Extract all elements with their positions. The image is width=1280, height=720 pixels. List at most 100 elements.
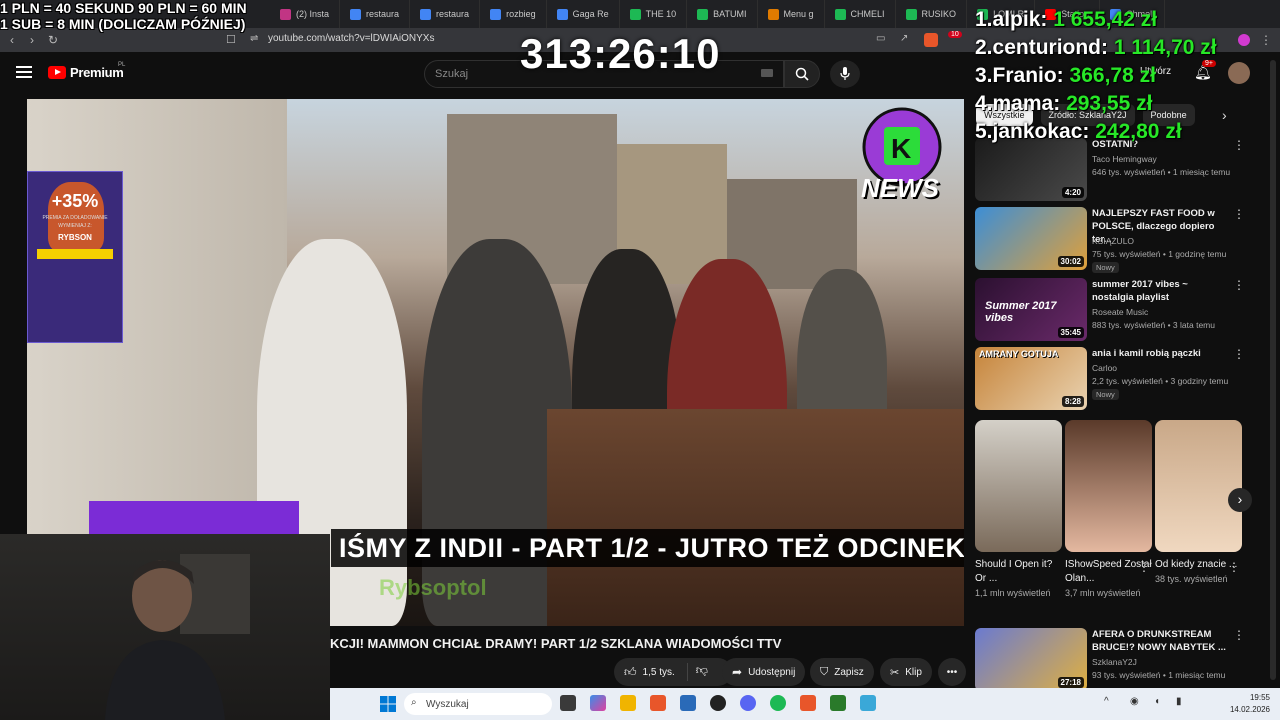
- video-thumbnail[interactable]: 4:20: [975, 138, 1087, 201]
- share-button[interactable]: ➦ Udostępnij: [722, 658, 806, 686]
- tab-label: restaura: [436, 9, 470, 19]
- search-button[interactable]: [784, 60, 820, 88]
- tab-favicon-icon: [420, 8, 432, 20]
- clock-time: 19:55: [1249, 693, 1270, 702]
- leaderboard-row: 3.Franio: 366,78 zł: [975, 62, 1280, 90]
- keyboard-icon[interactable]: [761, 69, 773, 77]
- leaderboard-amount: 293,55 zł: [1066, 92, 1153, 115]
- obs-icon[interactable]: [710, 695, 726, 711]
- short-thumbnail[interactable]: [975, 420, 1062, 552]
- copilot-icon[interactable]: [590, 695, 606, 711]
- taskbar-search-input[interactable]: ⌕ Wyszukaj: [404, 693, 552, 715]
- clip-button[interactable]: ✂ Klip: [880, 658, 932, 686]
- site-info-icon[interactable]: ⇌: [250, 33, 258, 44]
- video-thumbnail[interactable]: 30:02: [975, 207, 1087, 270]
- youtube-play-icon: [48, 66, 66, 79]
- short-item[interactable]: Should I Open it? Or ... 1,1 mln wyświet…: [975, 420, 1062, 598]
- save-button[interactable]: ⛉ Zapisz: [810, 658, 874, 686]
- browser-tab[interactable]: Gaga Re: [547, 0, 620, 28]
- browser-tab[interactable]: RUSIKO: [896, 0, 968, 28]
- leaderboard-row: 2.centuriond: 1 114,70 zł: [975, 34, 1280, 62]
- duration-badge: 35:45: [1057, 327, 1084, 338]
- spotify-icon[interactable]: [770, 695, 786, 711]
- tab-favicon-icon: [629, 8, 641, 20]
- tab-favicon-icon: [905, 8, 917, 20]
- browser-tab[interactable]: rozbieg: [480, 0, 547, 28]
- new-badge: Nowy: [1092, 389, 1119, 400]
- rec-title: AFERA O DRUNKSTREAM BRUCE!? NOWY NABYTEK…: [1092, 629, 1226, 653]
- brave-browser-icon[interactable]: [800, 695, 816, 711]
- green-watermark: Rybsoptol: [379, 575, 487, 600]
- hamburger-menu-icon[interactable]: [16, 66, 32, 78]
- short-item[interactable]: IShowSpeed Został Olan... 3,7 mln wyświe…: [1065, 420, 1152, 598]
- leaderboard-amount: 366,78 zł: [1069, 64, 1156, 87]
- voice-search-button[interactable]: [830, 60, 860, 88]
- video-thumbnail[interactable]: AMRANY GOTUJA 8:28: [975, 347, 1087, 410]
- thumbs-down-icon[interactable]: 👎︎: [686, 663, 708, 681]
- notepad-icon[interactable]: [860, 695, 876, 711]
- browser-tab[interactable]: restaura: [340, 0, 411, 28]
- back-icon[interactable]: ‹: [10, 33, 14, 47]
- more-options-icon[interactable]: ⋮: [1228, 560, 1240, 574]
- more-actions-button[interactable]: •••: [938, 658, 966, 686]
- leaderboard-amount: 1 655,42 zł: [1053, 8, 1158, 31]
- tab-label: Gaga Re: [572, 9, 609, 19]
- short-views: 3,7 mln wyświetleń: [1065, 588, 1141, 598]
- browser-tab[interactable]: BATUMI: [687, 0, 758, 28]
- network-icon[interactable]: ◉: [1130, 696, 1139, 707]
- task-view-icon[interactable]: [560, 695, 576, 711]
- short-thumbnail[interactable]: [1155, 420, 1242, 552]
- browser-tab[interactable]: CHMELI: [825, 0, 896, 28]
- share-icon[interactable]: ↗: [900, 33, 908, 44]
- more-options-icon[interactable]: ⋮: [1138, 560, 1150, 574]
- tray-chevron-icon[interactable]: ^: [1104, 696, 1109, 707]
- cast-icon[interactable]: ▭: [876, 33, 885, 44]
- more-options-icon[interactable]: ⋮: [1233, 207, 1245, 221]
- video-thumbnail[interactable]: 27:18: [975, 628, 1087, 691]
- thumbnail-caption: Summer 2017 vibes: [985, 300, 1057, 324]
- like-button[interactable]: 👍︎ 1,5 tys. 👎︎: [614, 658, 732, 686]
- clock-date: 14.02.2026: [1229, 705, 1270, 714]
- save-label: Zapisz: [834, 666, 864, 678]
- new-badge: Nowy: [1092, 262, 1119, 273]
- app-icon[interactable]: [830, 695, 846, 711]
- rec-channel: Taco Hemingway: [1092, 154, 1157, 164]
- file-explorer-icon[interactable]: [620, 695, 636, 711]
- store-icon[interactable]: [680, 695, 696, 711]
- more-options-icon[interactable]: ⋮: [1233, 278, 1245, 292]
- reload-icon[interactable]: ↻: [48, 33, 58, 47]
- brave-browser-icon[interactable]: [650, 695, 666, 711]
- short-thumbnail[interactable]: [1065, 420, 1152, 552]
- youtube-logo[interactable]: Premium PL: [48, 62, 125, 80]
- browser-tab[interactable]: (2) Insta: [270, 0, 341, 28]
- save-icon: ⛉: [820, 665, 829, 678]
- leaderboard-name: 5.jankokac:: [975, 120, 1090, 143]
- scrollbar[interactable]: [1270, 60, 1276, 680]
- microphone-icon[interactable]: ▮: [1176, 696, 1182, 707]
- video-thumbnail[interactable]: Summer 2017 vibes 35:45: [975, 278, 1087, 341]
- share-label: Udostępnij: [748, 666, 796, 678]
- news-logo-text: NEWS: [861, 173, 939, 203]
- news-logo: K NEWS: [857, 107, 947, 207]
- extension-badge: 10: [948, 31, 962, 38]
- discord-icon[interactable]: [740, 695, 756, 711]
- taskbar-clock[interactable]: 19:55 14.02.2026: [1230, 692, 1270, 716]
- more-options-icon[interactable]: ⋮: [1233, 347, 1245, 361]
- more-options-icon[interactable]: ⋮: [1233, 628, 1245, 642]
- rec-meta: 93 tys. wyświetleń • 1 miesiąc temu: [1092, 670, 1226, 680]
- webcam-streamer: [105, 560, 225, 720]
- shorts-next-button[interactable]: ›: [1228, 488, 1252, 512]
- bookmark-icon[interactable]: ☐: [226, 33, 236, 46]
- url-field[interactable]: youtube.com/watch?v=lDWIAiONYXs: [268, 33, 434, 44]
- tab-label: (2) Insta: [296, 9, 330, 19]
- donation-leaderboard: 1.alpik: 1 655,42 zł 2.centuriond: 1 114…: [975, 6, 1280, 146]
- forward-icon[interactable]: ›: [30, 33, 34, 47]
- windows-start-icon[interactable]: [380, 696, 396, 712]
- browser-tab[interactable]: restaura: [410, 0, 481, 28]
- browser-tab[interactable]: Menu g: [758, 0, 825, 28]
- stream-info-overlay: 1 PLN = 40 SEKUND 90 PLN = 60 MIN 1 SUB …: [0, 0, 247, 32]
- brave-shield-icon[interactable]: [924, 33, 938, 47]
- thumbnail-caption: AMRANY GOTUJA: [979, 349, 1059, 359]
- volume-icon[interactable]: ◖: [1154, 696, 1160, 707]
- browser-tab[interactable]: THE 10: [620, 0, 688, 28]
